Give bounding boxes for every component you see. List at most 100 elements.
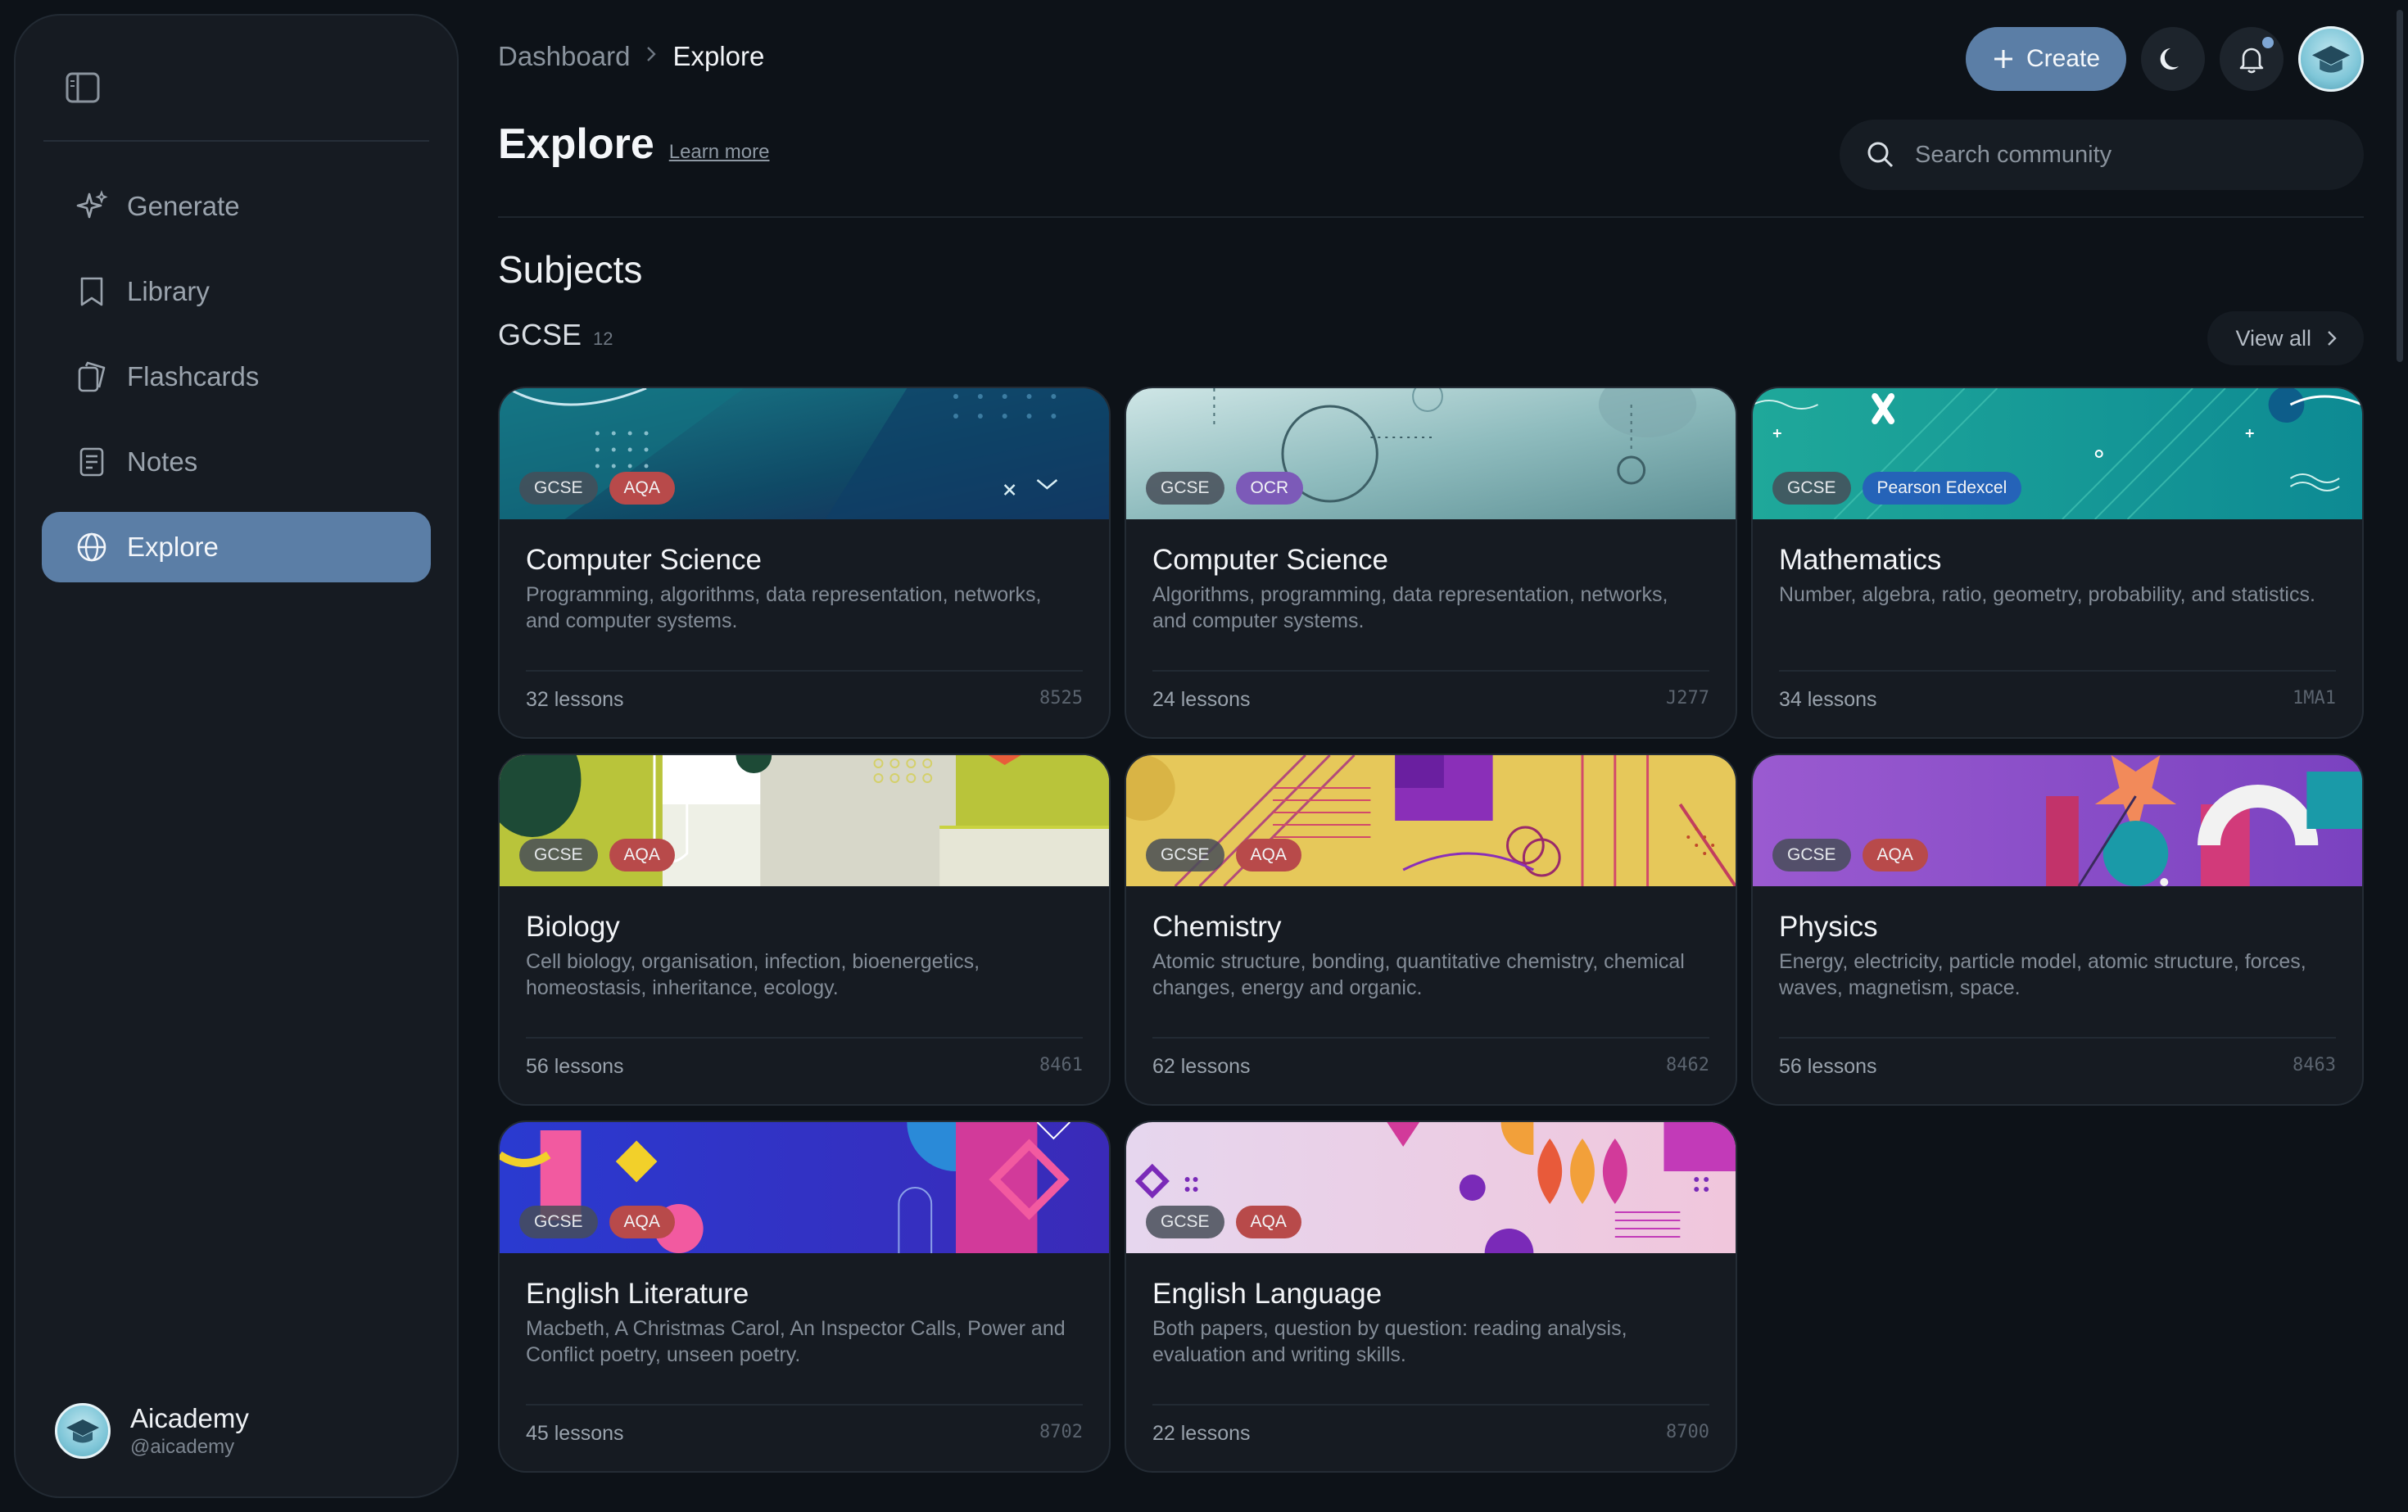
sidebar-item-library[interactable]: Library — [42, 256, 431, 327]
page-scrollbar[interactable] — [2397, 10, 2403, 362]
moon-icon — [2160, 48, 2179, 70]
card-lessons: 62 lessons — [1152, 1055, 1251, 1078]
card-description: Algorithms, programming, data representa… — [1152, 583, 1668, 632]
create-button-label: Create — [2026, 45, 2100, 72]
page-title: Explore Learn more — [498, 120, 769, 169]
user-name: Aicademy — [130, 1403, 249, 1433]
card-description: Macbeth, A Christmas Carol, An Inspector… — [526, 1317, 1066, 1366]
sidebar-item-generate[interactable]: Generate — [42, 171, 431, 242]
user-profile[interactable]: Aicademy @aicademy — [55, 1403, 249, 1459]
group-header: GCSE 12 — [498, 318, 613, 352]
card-code: 8702 — [1039, 1422, 1083, 1442]
subject-card[interactable]: GCSE AQA Chemistry Atomic structure, bon… — [1125, 754, 1737, 1106]
theme-toggle-button[interactable] — [2141, 27, 2205, 91]
sidebar-toggle-icon[interactable] — [60, 65, 106, 111]
breadcrumb-current: Explore — [672, 41, 765, 71]
view-all-label: View all — [2235, 325, 2311, 351]
page-heading: Explore — [498, 120, 654, 168]
card-code: 8700 — [1666, 1422, 1709, 1442]
sidebar-item-label: Explore — [127, 532, 219, 562]
card-description: Atomic structure, bonding, quantitative … — [1152, 950, 1685, 999]
sidebar-item-explore[interactable]: Explore — [42, 512, 431, 582]
group-count: 12 — [593, 328, 613, 349]
tag-gcse: GCSE — [1146, 472, 1224, 505]
subject-card[interactable]: GCSE OCR Computer Science Algorithms, pr… — [1125, 387, 1737, 739]
sidebar-item-label: Generate — [127, 191, 240, 221]
card-description: Both papers, question by question: readi… — [1152, 1317, 1627, 1366]
sidebar: Generate Library Flashcards Notes Explor… — [14, 14, 459, 1498]
bookmark-icon — [80, 277, 103, 306]
card-tags: GCSE AQA — [1146, 839, 1301, 871]
learn-more-link[interactable]: Learn more — [669, 141, 770, 164]
card-description: Energy, electricity, particle model, ato… — [1779, 950, 2306, 999]
tag-board: OCR — [1235, 472, 1304, 505]
card-divider — [526, 670, 1083, 672]
card-tags: GCSE OCR — [1146, 472, 1304, 505]
card-title: English Literature — [526, 1278, 749, 1310]
notes-icon — [79, 447, 104, 477]
tag-gcse: GCSE — [1146, 839, 1224, 871]
tag-gcse: GCSE — [1772, 839, 1851, 871]
card-divider — [1152, 670, 1709, 672]
tag-board: AQA — [609, 1206, 675, 1238]
tag-board: AQA — [1862, 839, 1928, 871]
card-description: Programming, algorithms, data representa… — [526, 583, 1042, 632]
card-lessons: 24 lessons — [1152, 688, 1251, 711]
card-divider — [1152, 1037, 1709, 1039]
chevron-right-icon — [2328, 331, 2337, 346]
tag-gcse: GCSE — [519, 472, 598, 505]
sidebar-item-label: Library — [127, 276, 210, 306]
user-avatar-button[interactable] — [2298, 26, 2364, 92]
card-title: Computer Science — [1152, 544, 1388, 576]
sidebar-item-notes[interactable]: Notes — [42, 427, 431, 497]
card-title: English Language — [1152, 1278, 1383, 1310]
sidebar-nav: Generate Library Flashcards Notes Explor… — [42, 171, 431, 597]
tag-gcse: GCSE — [1772, 472, 1851, 505]
card-title: Mathematics — [1779, 544, 1942, 576]
breadcrumb-dashboard[interactable]: Dashboard — [498, 41, 630, 72]
subject-card[interactable]: GCSE AQA Computer Science Programming, a… — [498, 387, 1111, 739]
tag-gcse: GCSE — [519, 1206, 598, 1238]
flashcards-icon — [78, 361, 106, 392]
create-button[interactable]: Create — [1965, 27, 2126, 91]
card-code: 8461 — [1039, 1055, 1083, 1075]
view-all-button[interactable]: View all — [2207, 311, 2364, 365]
avatar — [55, 1403, 111, 1459]
card-code: 8525 — [1039, 688, 1083, 708]
card-tags: GCSE AQA — [519, 472, 675, 505]
card-tags: GCSE AQA — [519, 1206, 675, 1238]
notification-dot — [2262, 37, 2274, 48]
subject-card[interactable]: GCSE AQA Physics Energy, electricity, pa… — [1751, 754, 2364, 1106]
card-lessons: 22 lessons — [1152, 1422, 1251, 1445]
card-title: Biology — [526, 911, 620, 943]
sidebar-item-flashcards[interactable]: Flashcards — [42, 342, 431, 412]
subject-card[interactable]: GCSE AQA English Language Both papers, q… — [1125, 1120, 1737, 1473]
top-actions: Create — [1965, 26, 2364, 92]
card-description: Cell biology, organisation, infection, b… — [526, 950, 980, 999]
globe-icon — [77, 532, 106, 562]
subject-card[interactable]: GCSE AQA English Literature Macbeth, A C… — [498, 1120, 1111, 1473]
search-bar[interactable] — [1840, 120, 2364, 190]
subject-card[interactable]: GCSE Pearson Edexcel Mathematics Number,… — [1751, 387, 2364, 739]
card-tags: GCSE AQA — [1146, 1206, 1301, 1238]
tag-board: AQA — [609, 839, 675, 871]
user-handle: @aicademy — [130, 1436, 235, 1458]
tag-gcse: GCSE — [519, 839, 598, 871]
sidebar-item-label: Notes — [127, 446, 198, 477]
card-code: 8463 — [2293, 1055, 2336, 1075]
group-label: GCSE — [498, 318, 582, 351]
tag-board: AQA — [609, 472, 675, 505]
sidebar-item-label: Flashcards — [127, 361, 260, 392]
card-divider — [526, 1037, 1083, 1039]
card-lessons: 45 lessons — [526, 1422, 624, 1445]
notifications-button[interactable] — [2220, 27, 2284, 91]
card-description: Number, algebra, ratio, geometry, probab… — [1779, 583, 2315, 606]
search-input[interactable] — [1915, 141, 2308, 169]
header-divider — [498, 216, 2364, 218]
subject-card[interactable]: GCSE AQA Biology Cell biology, organisat… — [498, 754, 1111, 1106]
card-lessons: 34 lessons — [1779, 688, 1877, 711]
tag-board: Pearson Edexcel — [1862, 472, 2022, 505]
tag-board: AQA — [1235, 839, 1301, 871]
section-title: Subjects — [498, 248, 643, 291]
card-code: J277 — [1666, 688, 1709, 708]
